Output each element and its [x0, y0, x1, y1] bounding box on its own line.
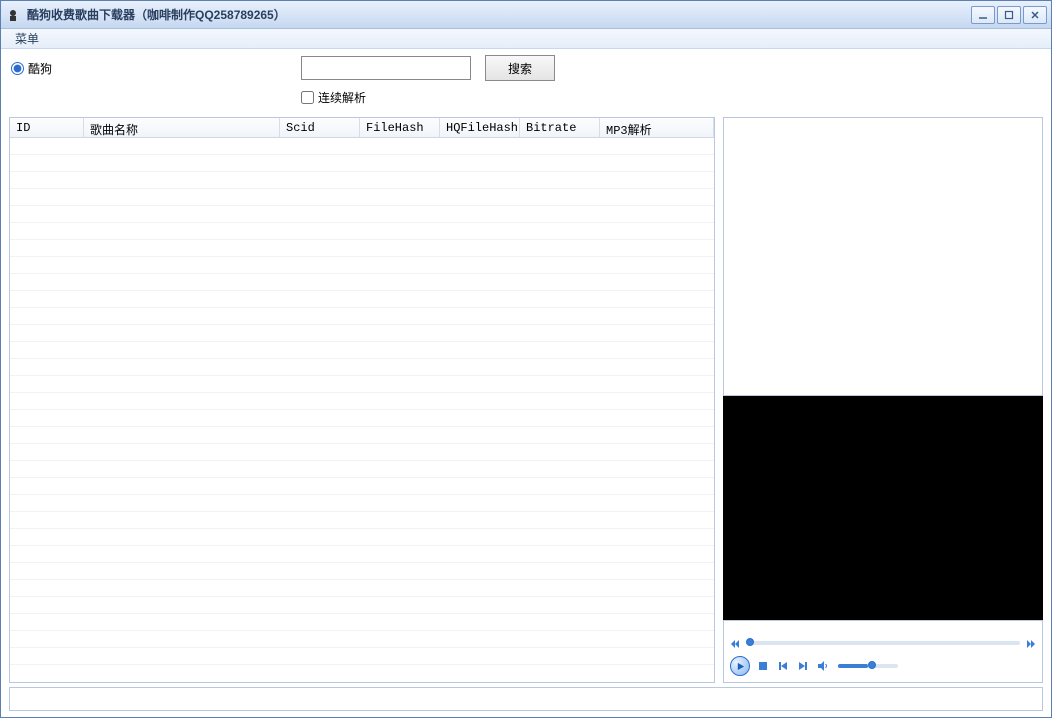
stop-button[interactable]	[756, 659, 770, 673]
table-row[interactable]	[10, 597, 714, 614]
col-filehash[interactable]: FileHash	[360, 118, 440, 137]
table-row[interactable]	[10, 172, 714, 189]
table-row[interactable]	[10, 495, 714, 512]
player-controls	[730, 654, 1036, 678]
col-bitrate[interactable]: Bitrate	[520, 118, 600, 137]
table-row[interactable]	[10, 631, 714, 648]
source-radio-kugou[interactable]: 酷狗	[11, 60, 301, 77]
volume-slider[interactable]	[838, 664, 898, 668]
rewind-icon[interactable]	[730, 638, 740, 648]
table-row[interactable]	[10, 376, 714, 393]
seek-track[interactable]	[746, 641, 1020, 645]
table-row[interactable]	[10, 410, 714, 427]
app-icon	[5, 7, 21, 23]
table-row[interactable]	[10, 308, 714, 325]
results-table[interactable]: ID 歌曲名称 Scid FileHash HQFileHash Bitrate…	[9, 117, 715, 683]
previous-button[interactable]	[776, 659, 790, 673]
fastforward-icon[interactable]	[1026, 638, 1036, 648]
table-row[interactable]	[10, 461, 714, 478]
col-scid[interactable]: Scid	[280, 118, 360, 137]
window-title: 酷狗收费歌曲下载器（咖啡制作QQ258789265）	[27, 6, 971, 23]
kugou-radio[interactable]	[11, 62, 24, 75]
media-player	[723, 620, 1043, 683]
seek-thumb[interactable]	[746, 638, 754, 646]
col-id[interactable]: ID	[10, 118, 84, 137]
table-row[interactable]	[10, 325, 714, 342]
table-row[interactable]	[10, 478, 714, 495]
app-window: 酷狗收费歌曲下载器（咖啡制作QQ258789265） 菜单 酷狗 搜索 连续解析…	[0, 0, 1052, 718]
table-row[interactable]	[10, 648, 714, 665]
table-row[interactable]	[10, 529, 714, 546]
content-area: ID 歌曲名称 Scid FileHash HQFileHash Bitrate…	[1, 117, 1051, 687]
search-panel: 酷狗 搜索 连续解析	[1, 49, 1051, 117]
table-body[interactable]	[10, 138, 714, 682]
table-header-row: ID 歌曲名称 Scid FileHash HQFileHash Bitrate…	[10, 118, 714, 138]
table-row[interactable]	[10, 240, 714, 257]
table-row[interactable]	[10, 393, 714, 410]
table-row[interactable]	[10, 155, 714, 172]
table-row[interactable]	[10, 291, 714, 308]
table-row[interactable]	[10, 444, 714, 461]
kugou-radio-label: 酷狗	[28, 60, 52, 77]
table-row[interactable]	[10, 563, 714, 580]
window-controls	[971, 6, 1047, 24]
continuous-parse-label: 连续解析	[318, 89, 366, 106]
video-panel	[723, 396, 1043, 620]
maximize-button[interactable]	[997, 6, 1021, 24]
table-row[interactable]	[10, 138, 714, 155]
table-row[interactable]	[10, 512, 714, 529]
col-name[interactable]: 歌曲名称	[84, 118, 280, 137]
table-row[interactable]	[10, 359, 714, 376]
table-row[interactable]	[10, 189, 714, 206]
titlebar[interactable]: 酷狗收费歌曲下载器（咖啡制作QQ258789265）	[1, 1, 1051, 29]
table-row[interactable]	[10, 223, 714, 240]
play-button[interactable]	[730, 656, 750, 676]
search-input[interactable]	[301, 56, 471, 80]
col-mp3[interactable]: MP3解析	[600, 118, 714, 137]
table-row[interactable]	[10, 546, 714, 563]
volume-thumb[interactable]	[868, 661, 876, 669]
seek-bar-row	[730, 636, 1036, 650]
search-button[interactable]: 搜索	[485, 55, 555, 81]
next-button[interactable]	[796, 659, 810, 673]
menubar: 菜单	[1, 29, 1051, 49]
right-panel	[723, 117, 1043, 683]
table-row[interactable]	[10, 342, 714, 359]
minimize-button[interactable]	[971, 6, 995, 24]
table-row[interactable]	[10, 614, 714, 631]
table-row[interactable]	[10, 580, 714, 597]
close-button[interactable]	[1023, 6, 1047, 24]
table-row[interactable]	[10, 206, 714, 223]
mute-button[interactable]	[816, 659, 830, 673]
table-row[interactable]	[10, 274, 714, 291]
volume-fill	[838, 664, 868, 668]
lyrics-panel	[723, 117, 1043, 396]
menu-item-main[interactable]: 菜单	[7, 28, 47, 49]
statusbar	[9, 687, 1043, 711]
table-row[interactable]	[10, 427, 714, 444]
col-hqfilehash[interactable]: HQFileHash	[440, 118, 520, 137]
continuous-parse-checkbox[interactable]	[301, 91, 314, 104]
table-row[interactable]	[10, 257, 714, 274]
